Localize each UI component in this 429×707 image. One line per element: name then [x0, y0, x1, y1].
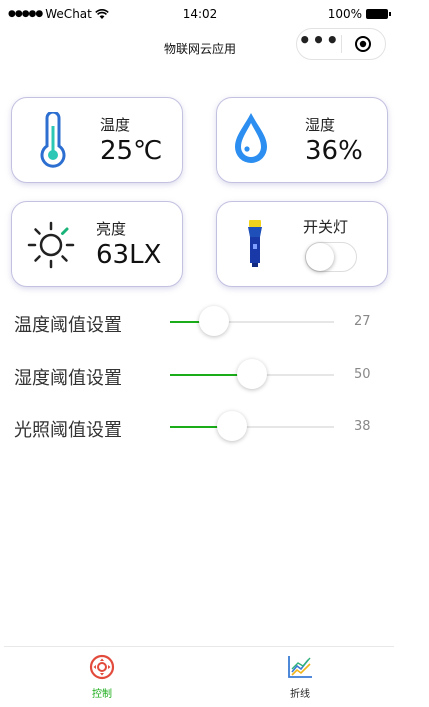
temperature-value: 25℃	[100, 136, 163, 166]
slider-thumb[interactable]	[199, 306, 230, 336]
tab-control-label: 控制	[92, 689, 112, 700]
battery-icon	[366, 9, 391, 19]
humidity-value: 36%	[305, 136, 363, 166]
brightness-label: 亮度	[96, 220, 127, 238]
lamp-label: 开关灯	[303, 218, 349, 236]
tab-line-chart[interactable]: 折线	[260, 653, 340, 700]
light-threshold-value: 38	[354, 419, 371, 434]
temperature-label: 温度	[100, 116, 131, 134]
target-icon	[355, 36, 372, 52]
humidity-threshold-label: 湿度阈值设置	[14, 368, 122, 389]
sun-icon	[27, 221, 75, 269]
humidity-threshold-value: 50	[354, 367, 371, 382]
lamp-switch[interactable]	[305, 242, 357, 272]
tab-control[interactable]: 控制	[62, 653, 142, 700]
temperature-threshold-label: 温度阈值设置	[14, 315, 122, 336]
flashlight-icon	[248, 220, 262, 267]
lamp-switch-knob[interactable]	[306, 243, 334, 271]
slider-thumb[interactable]	[237, 359, 267, 389]
battery-percent: 100%	[327, 7, 362, 21]
control-icon	[89, 654, 115, 680]
humidity-threshold-row: 湿度阈值设置 50	[0, 355, 400, 395]
light-threshold-row: 光照阈值设置 38	[0, 407, 400, 447]
water-drop-icon	[235, 113, 267, 163]
slider-thumb[interactable]	[217, 411, 248, 441]
light-threshold-label: 光照阈值设置	[14, 420, 122, 441]
brightness-card: 亮度 63LX	[11, 201, 183, 287]
more-menu-button[interactable]: •••	[297, 30, 341, 53]
tab-line-chart-label: 折线	[290, 689, 310, 700]
mini-program-capsule: •••	[296, 28, 386, 60]
tab-bar: 控制 折线	[4, 646, 394, 707]
thermometer-icon	[40, 112, 66, 168]
light-threshold-slider[interactable]	[170, 411, 334, 441]
temperature-card: 温度 25℃	[11, 97, 183, 183]
humidity-threshold-slider[interactable]	[170, 359, 334, 389]
brightness-value: 63LX	[96, 240, 162, 270]
humidity-card: 湿度 36%	[216, 97, 388, 183]
temperature-threshold-slider[interactable]	[170, 306, 334, 336]
line-chart-icon	[288, 656, 312, 678]
humidity-label: 湿度	[305, 116, 336, 134]
status-right: 100%	[327, 7, 391, 21]
temperature-threshold-value: 27	[354, 314, 371, 329]
close-mini-program-button[interactable]	[342, 35, 385, 53]
lamp-card: 开关灯	[216, 201, 388, 287]
status-bar: ●●●●● WeChat 14:02 100%	[0, 0, 400, 28]
temperature-threshold-row: 温度阈值设置 27	[0, 302, 400, 342]
